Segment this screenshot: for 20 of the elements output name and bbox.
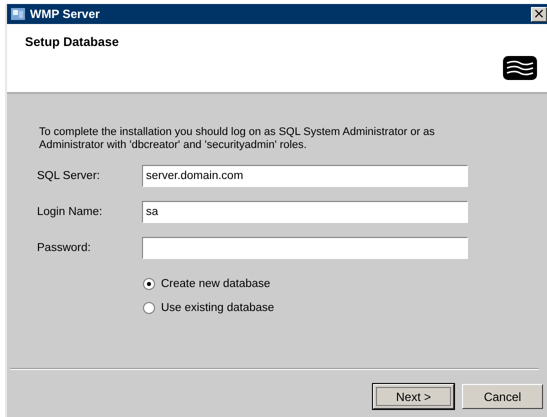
radio-icon[interactable] (143, 302, 155, 314)
dialog-button[interactable]: Next > (373, 384, 454, 409)
input-field[interactable] (142, 237, 468, 259)
input-field[interactable]: sa (142, 201, 468, 223)
field-label: Login Name: (37, 206, 104, 218)
waves-logo-icon (503, 56, 537, 80)
radio-option[interactable]: Use existing database (143, 302, 547, 314)
intro-text: To complete the installation you should log on as SQL System Administrator or as Administrator with 'dbcreator' and 'securityadmin' roles. (39, 126, 436, 152)
page-title: Setup Database (25, 35, 119, 51)
close-button[interactable]: × (531, 6, 547, 22)
input-field[interactable]: server.domain.com (142, 165, 468, 187)
radio-label: Use existing database (161, 302, 274, 314)
field-label: SQL Server: (37, 170, 101, 182)
field-label: Password: (37, 242, 92, 254)
radio-option[interactable]: Create new database (143, 278, 547, 290)
app-icon (10, 6, 26, 22)
dialog-button[interactable]: Cancel (462, 384, 543, 409)
window-title: WMP Server (30, 7, 101, 21)
radio-label: Create new database (161, 278, 270, 290)
radio-icon[interactable] (143, 278, 155, 290)
